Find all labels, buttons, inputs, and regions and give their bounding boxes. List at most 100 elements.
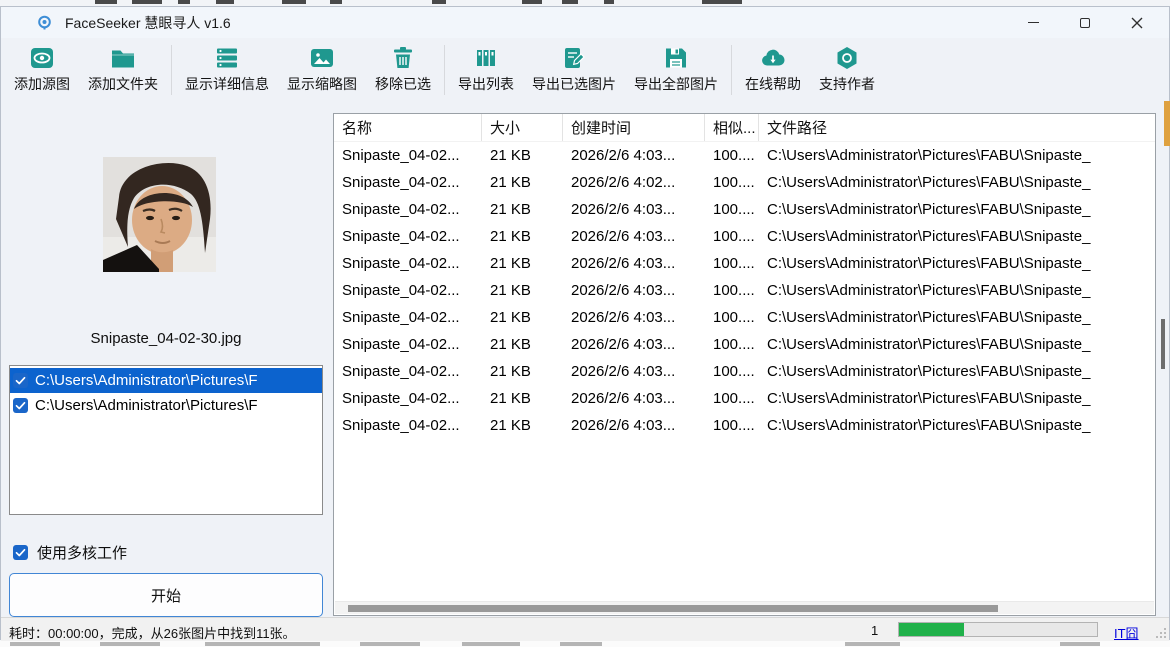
details-view-icon bbox=[214, 45, 240, 71]
window-controls bbox=[1007, 7, 1163, 38]
cell-name: Snipaste_04-02... bbox=[334, 363, 482, 380]
cell-size: 21 KB bbox=[482, 336, 563, 353]
background-window-sliver-right bbox=[1164, 101, 1170, 146]
cell-name: Snipaste_04-02... bbox=[334, 309, 482, 326]
export-selected-images-button[interactable]: 导出已选图片 bbox=[523, 42, 625, 98]
horizontal-scrollbar-thumb[interactable] bbox=[348, 605, 998, 612]
cell-name: Snipaste_04-02... bbox=[334, 336, 482, 353]
cell-path: C:\Users\Administrator\Pictures\FABU\Sni… bbox=[759, 255, 1155, 272]
cell-created: 2026/2/6 4:03... bbox=[563, 417, 705, 434]
source-panel: Snipaste_04-02-30.jpg C:\Users\Administr… bbox=[1, 102, 331, 647]
maximize-button[interactable] bbox=[1059, 7, 1111, 38]
cell-created: 2026/2/6 4:03... bbox=[563, 282, 705, 299]
add-source-image-button[interactable]: 添加源图 bbox=[5, 42, 79, 98]
add-folder-button[interactable]: 添加文件夹 bbox=[79, 42, 167, 98]
cell-size: 21 KB bbox=[482, 282, 563, 299]
toolbar-label: 在线帮助 bbox=[745, 74, 801, 94]
toolbar-label: 支持作者 bbox=[819, 74, 875, 94]
column-header-similarity[interactable]: 相似... bbox=[705, 114, 759, 141]
online-help-icon bbox=[760, 45, 786, 71]
table-row[interactable]: Snipaste_04-02... 21 KB 2026/2/6 4:03...… bbox=[334, 304, 1155, 331]
cell-created: 2026/2/6 4:03... bbox=[563, 255, 705, 272]
cell-size: 21 KB bbox=[482, 228, 563, 245]
cell-similarity: 100.... bbox=[705, 390, 759, 407]
folder-list-item[interactable]: C:\Users\Administrator\Pictures\F bbox=[10, 393, 322, 418]
column-header-path[interactable]: 文件路径 bbox=[759, 114, 1155, 141]
results-table: 名称 大小 创建时间 相似... 文件路径 Snipaste_04-02... … bbox=[333, 113, 1156, 616]
folder-path: C:\Users\Administrator\Pictures\F bbox=[35, 372, 258, 389]
cell-name: Snipaste_04-02... bbox=[334, 282, 482, 299]
horizontal-scrollbar[interactable] bbox=[335, 601, 1154, 614]
column-header-size[interactable]: 大小 bbox=[482, 114, 563, 141]
cell-size: 21 KB bbox=[482, 147, 563, 164]
table-header: 名称 大小 创建时间 相似... 文件路径 bbox=[334, 114, 1155, 142]
cell-name: Snipaste_04-02... bbox=[334, 174, 482, 191]
table-row[interactable]: Snipaste_04-02... 21 KB 2026/2/6 4:03...… bbox=[334, 412, 1155, 439]
minimize-icon bbox=[1028, 22, 1039, 23]
cell-path: C:\Users\Administrator\Pictures\FABU\Sni… bbox=[759, 363, 1155, 380]
checked-checkbox-icon[interactable] bbox=[13, 373, 28, 388]
show-thumbnails-button[interactable]: 显示缩略图 bbox=[278, 42, 366, 98]
toolbar-label: 显示缩略图 bbox=[287, 74, 357, 94]
thumbnail-view-icon bbox=[309, 45, 335, 71]
background-scrollbar-sliver bbox=[1161, 319, 1165, 369]
checked-checkbox-icon[interactable] bbox=[13, 398, 28, 413]
toolbar-label: 添加文件夹 bbox=[88, 74, 158, 94]
table-row[interactable]: Snipaste_04-02... 21 KB 2026/2/6 4:03...… bbox=[334, 385, 1155, 412]
export-selected-images-icon bbox=[561, 45, 587, 71]
start-button[interactable]: 开始 bbox=[9, 573, 323, 617]
online-help-button[interactable]: 在线帮助 bbox=[736, 42, 810, 98]
app-window: FaceSeeker 慧眼寻人 v1.6 添加源图 bbox=[0, 6, 1170, 640]
cell-similarity: 100.... bbox=[705, 147, 759, 164]
table-row[interactable]: Snipaste_04-02... 21 KB 2026/2/6 4:03...… bbox=[334, 358, 1155, 385]
column-header-name[interactable]: 名称 bbox=[334, 114, 482, 141]
toolbar-divider bbox=[731, 45, 732, 95]
table-body: Snipaste_04-02... 21 KB 2026/2/6 4:03...… bbox=[334, 142, 1155, 439]
export-list-icon bbox=[473, 45, 499, 71]
cell-similarity: 100.... bbox=[705, 309, 759, 326]
cell-similarity: 100.... bbox=[705, 174, 759, 191]
add-source-image-icon bbox=[29, 45, 55, 71]
close-button[interactable] bbox=[1111, 7, 1163, 38]
folder-list-item[interactable]: C:\Users\Administrator\Pictures\F bbox=[10, 368, 322, 393]
support-author-button[interactable]: 支持作者 bbox=[810, 42, 884, 98]
minimize-button[interactable] bbox=[1007, 7, 1059, 38]
maximize-icon bbox=[1080, 18, 1090, 28]
table-row[interactable]: Snipaste_04-02... 21 KB 2026/2/6 4:03...… bbox=[334, 223, 1155, 250]
table-row[interactable]: Snipaste_04-02... 21 KB 2026/2/6 4:03...… bbox=[334, 196, 1155, 223]
multicore-option[interactable]: 使用多核工作 bbox=[13, 542, 127, 563]
status-bar-link[interactable]: IT囧 bbox=[1114, 623, 1139, 642]
cell-created: 2026/2/6 4:03... bbox=[563, 201, 705, 218]
table-row[interactable]: Snipaste_04-02... 21 KB 2026/2/6 4:03...… bbox=[334, 142, 1155, 169]
folder-listbox[interactable]: C:\Users\Administrator\Pictures\F C:\Use… bbox=[9, 365, 323, 515]
export-list-button[interactable]: 导出列表 bbox=[449, 42, 523, 98]
cell-name: Snipaste_04-02... bbox=[334, 201, 482, 218]
toolbar-divider bbox=[444, 45, 445, 95]
cell-path: C:\Users\Administrator\Pictures\FABU\Sni… bbox=[759, 336, 1155, 353]
cell-created: 2026/2/6 4:03... bbox=[563, 147, 705, 164]
table-row[interactable]: Snipaste_04-02... 21 KB 2026/2/6 4:03...… bbox=[334, 277, 1155, 304]
toolbar-label: 显示详细信息 bbox=[185, 74, 269, 94]
cell-size: 21 KB bbox=[482, 255, 563, 272]
resize-grip-icon[interactable] bbox=[1154, 626, 1167, 639]
export-all-images-button[interactable]: 导出全部图片 bbox=[625, 42, 727, 98]
checked-checkbox-icon[interactable] bbox=[13, 545, 28, 560]
table-row[interactable]: Snipaste_04-02... 21 KB 2026/2/6 4:03...… bbox=[334, 331, 1155, 358]
table-row[interactable]: Snipaste_04-02... 21 KB 2026/2/6 4:03...… bbox=[334, 250, 1155, 277]
remove-selected-icon bbox=[390, 45, 416, 71]
table-row[interactable]: Snipaste_04-02... 21 KB 2026/2/6 4:02...… bbox=[334, 169, 1155, 196]
cell-name: Snipaste_04-02... bbox=[334, 147, 482, 164]
cell-path: C:\Users\Administrator\Pictures\FABU\Sni… bbox=[759, 228, 1155, 245]
close-icon bbox=[1131, 17, 1143, 29]
cell-created: 2026/2/6 4:03... bbox=[563, 390, 705, 407]
cell-size: 21 KB bbox=[482, 174, 563, 191]
title-bar: FaceSeeker 慧眼寻人 v1.6 bbox=[1, 7, 1169, 38]
background-window-sliver-bottom bbox=[0, 641, 1170, 647]
column-header-created[interactable]: 创建时间 bbox=[563, 114, 705, 141]
status-bar: 耗时：00:00:00，完成，从26张图片中找到11张。 1 IT囧 bbox=[1, 617, 1169, 641]
cell-size: 21 KB bbox=[482, 363, 563, 380]
export-all-images-icon bbox=[663, 45, 689, 71]
cell-created: 2026/2/6 4:03... bbox=[563, 228, 705, 245]
show-details-button[interactable]: 显示详细信息 bbox=[176, 42, 278, 98]
remove-selected-button[interactable]: 移除已选 bbox=[366, 42, 440, 98]
